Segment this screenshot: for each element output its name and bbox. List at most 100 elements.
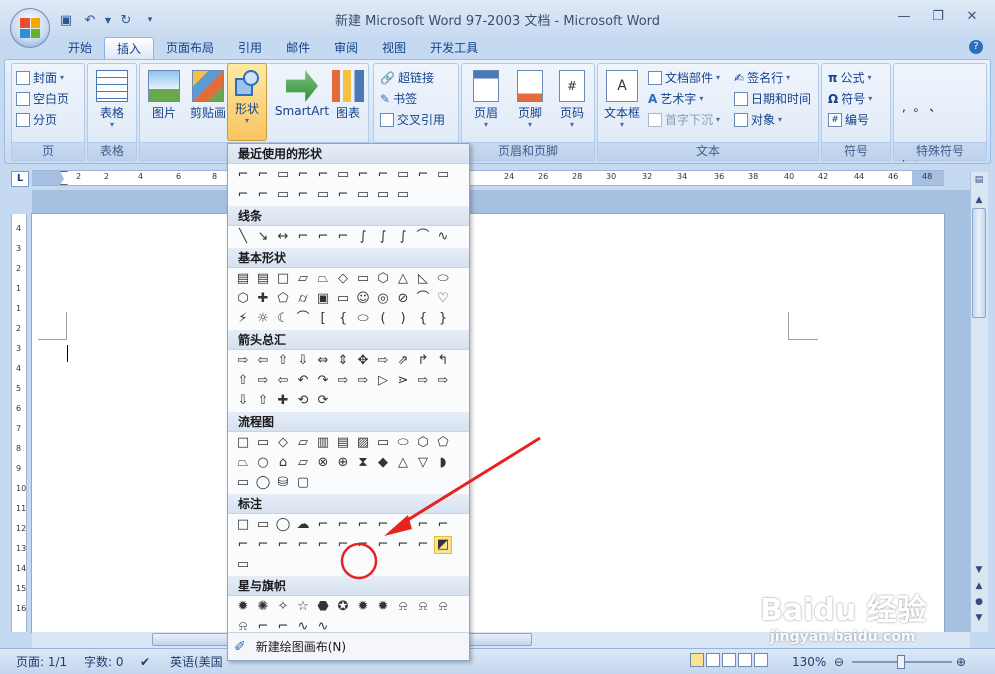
shape-option[interactable]: ◇ [334, 270, 352, 288]
browse-object-icon[interactable]: ● [971, 594, 987, 610]
shape-option[interactable]: ⇨ [374, 352, 392, 370]
shape-option[interactable]: ⬭ [354, 310, 372, 328]
next-page-icon[interactable]: ▼ [971, 610, 987, 626]
shape-option[interactable]: ◎ [374, 290, 392, 308]
shape-option[interactable]: ⬡ [414, 434, 432, 452]
shape-option[interactable]: ⇔ [314, 352, 332, 370]
zoom-in-icon[interactable]: ⊕ [956, 653, 966, 671]
tab-view[interactable]: 视图 [370, 37, 418, 59]
shape-option[interactable]: ) [394, 310, 412, 328]
draft-icon[interactable] [754, 653, 768, 667]
shape-option[interactable]: ⌐ [374, 166, 392, 184]
shape-option[interactable]: ⌐ [334, 516, 352, 534]
quick-parts-button[interactable]: 文档部件 ▾ [648, 67, 720, 88]
shape-option[interactable]: ▭ [394, 166, 412, 184]
shape-option[interactable]: ↱ [414, 352, 432, 370]
shape-option[interactable]: ⏢ [234, 454, 252, 472]
shape-option[interactable]: ⌐ [354, 536, 372, 554]
zoom-slider-thumb[interactable] [897, 655, 905, 669]
shape-option[interactable]: ⌐ [294, 166, 312, 184]
shape-option[interactable]: ▣ [314, 290, 332, 308]
shape-option[interactable]: ⬠ [274, 290, 292, 308]
shape-option[interactable]: ☾ [274, 310, 292, 328]
shape-option[interactable]: ⌐ [274, 536, 292, 554]
shape-option[interactable]: ⌂ [274, 454, 292, 472]
shape-option[interactable]: ◺ [414, 270, 432, 288]
shape-option[interactable]: ∿ [434, 228, 452, 246]
shape-option[interactable]: ⟳ [314, 392, 332, 410]
numbering-button[interactable]: # 编号 [828, 109, 872, 130]
shape-option[interactable]: { [334, 310, 352, 328]
shape-option-selected[interactable]: ◩ [434, 536, 452, 554]
shape-option[interactable]: ▭ [314, 186, 332, 204]
shape-option[interactable]: ⌐ [374, 516, 392, 534]
shape-option[interactable]: ⌭ [294, 290, 312, 308]
shape-option[interactable]: ⏢ [314, 270, 332, 288]
shape-option[interactable]: ⌐ [294, 228, 312, 246]
shape-option[interactable]: ☆ [294, 598, 312, 616]
shape-option[interactable]: ○ [254, 454, 272, 472]
shape-option[interactable]: ⊗ [314, 454, 332, 472]
shape-option[interactable]: [ [314, 310, 332, 328]
shape-option[interactable]: ◗ [434, 454, 452, 472]
header-button[interactable]: 页眉 ▾ [464, 70, 508, 129]
shape-option[interactable]: ▥ [314, 434, 332, 452]
shape-option[interactable]: ▷ [374, 372, 392, 390]
equation-button[interactable]: π 公式 ▾ [828, 67, 872, 88]
shape-option[interactable]: ✚ [254, 290, 272, 308]
shape-option[interactable]: ✥ [354, 352, 372, 370]
shape-option[interactable]: ⟲ [294, 392, 312, 410]
date-time-button[interactable]: 日期和时间 [734, 88, 811, 109]
shape-option[interactable]: ☺ [354, 290, 372, 308]
shape-option[interactable]: ⌐ [414, 516, 432, 534]
shape-option[interactable]: ⬭ [394, 434, 412, 452]
shape-option[interactable]: ▭ [334, 290, 352, 308]
shape-option[interactable]: ⇕ [334, 352, 352, 370]
ruler-toggle[interactable]: L [11, 171, 29, 187]
shape-option[interactable]: ⌐ [394, 516, 412, 534]
shape-option[interactable]: ⇨ [254, 372, 272, 390]
shape-option[interactable]: ✹ [234, 598, 252, 616]
shape-option[interactable]: ⌐ [374, 536, 392, 554]
cross-reference-button[interactable]: 交叉引用 [380, 109, 445, 130]
shape-option[interactable]: ⌐ [354, 516, 372, 534]
shape-option[interactable]: ⧗ [354, 454, 372, 472]
shape-option[interactable]: ⇨ [234, 352, 252, 370]
zoom-out-icon[interactable]: ⊖ [834, 653, 844, 671]
tab-page-layout[interactable]: 页面布局 [154, 37, 226, 59]
footer-button[interactable]: 页脚 ▾ [508, 70, 552, 129]
tab-home[interactable]: 开始 [56, 37, 104, 59]
cover-page-button[interactable]: 封面 ▾ [16, 67, 69, 88]
shape-option[interactable]: ⌐ [254, 166, 272, 184]
proofing-icon[interactable]: ✔ [140, 653, 150, 671]
shape-option[interactable]: ▭ [254, 434, 272, 452]
shape-option[interactable]: ╲ [234, 228, 252, 246]
shape-option[interactable]: ▭ [354, 270, 372, 288]
smartart-button[interactable]: SmartArt [275, 70, 329, 118]
shape-option[interactable]: ⬭ [434, 270, 452, 288]
tab-mailings[interactable]: 邮件 [274, 37, 322, 59]
shape-option[interactable]: ⛁ [274, 474, 292, 492]
shape-option[interactable]: ⌐ [414, 166, 432, 184]
shape-option[interactable]: △ [394, 270, 412, 288]
shape-option[interactable]: ∫ [354, 228, 372, 246]
maximize-icon[interactable]: ❐ [923, 6, 953, 26]
shape-option[interactable]: □ [274, 270, 292, 288]
textbox-button[interactable]: A 文本框 ▾ [600, 70, 644, 129]
shape-option[interactable]: ▱ [294, 270, 312, 288]
language[interactable]: 英语(美国 [170, 653, 223, 671]
prev-page-icon[interactable]: ▲ [971, 578, 987, 594]
shape-option[interactable]: ⬠ [434, 434, 452, 452]
shape-option[interactable]: ▭ [254, 516, 272, 534]
shape-option[interactable]: ⌐ [334, 228, 352, 246]
shape-option[interactable]: ⬡ [234, 290, 252, 308]
minimize-icon[interactable]: — [889, 6, 919, 26]
shape-option[interactable]: ⊕ [334, 454, 352, 472]
word-count[interactable]: 字数: 0 [84, 653, 124, 671]
shape-option[interactable]: ☼ [254, 310, 272, 328]
shape-option[interactable]: ▭ [394, 186, 412, 204]
tab-review[interactable]: 审阅 [322, 37, 370, 59]
shapes-button[interactable]: 形状 ▾ [227, 63, 267, 141]
shape-option[interactable]: ⌐ [314, 166, 332, 184]
shape-option[interactable]: ∫ [394, 228, 412, 246]
